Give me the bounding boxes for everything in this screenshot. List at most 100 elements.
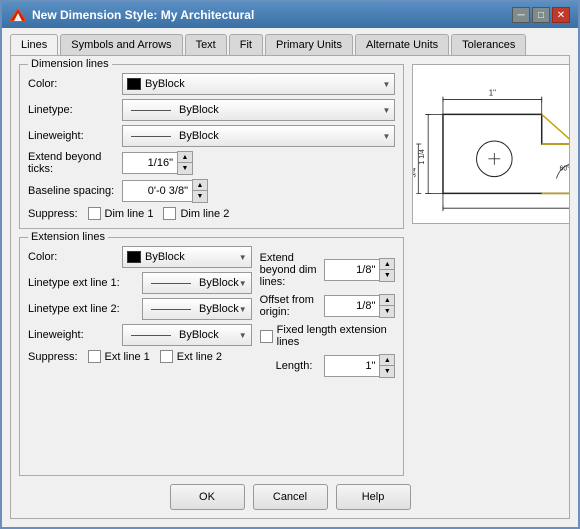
extend-ticks-spinbox: ▲ ▼ — [122, 151, 193, 175]
dim-lineweight-row: Lineweight: ByBlock ▼ — [28, 125, 395, 147]
ext-color-text: ByBlock — [127, 251, 185, 263]
fixed-length-checkbox[interactable] — [260, 330, 273, 343]
ext-left: Color: ByBlock ▼ — [28, 246, 252, 380]
tab-lines[interactable]: Lines — [10, 34, 58, 55]
extend-ticks-input[interactable] — [122, 152, 177, 174]
dim-suppress-label: Suppress: — [28, 208, 78, 220]
ext-suppress-row: Suppress: Ext line 1 Ext line 2 — [28, 350, 252, 363]
ext-line1-checkbox[interactable] — [88, 350, 101, 363]
ext-lt2-preview — [151, 309, 191, 310]
preview-svg: 1" 1 1/4 3/4 — [413, 65, 570, 223]
dim-line1-checkbox[interactable] — [88, 207, 101, 220]
minimize-button[interactable]: ─ — [512, 7, 530, 23]
baseline-spinbox: ▲ ▼ — [122, 179, 208, 203]
ext-lw-arrow: ▼ — [239, 331, 247, 340]
button-bar: OK Cancel Help — [19, 476, 561, 510]
tab-alternate[interactable]: Alternate Units — [355, 34, 449, 55]
ext-line2-checkbox-group: Ext line 2 — [160, 350, 222, 363]
title-bar: New Dimension Style: My Architectural ─ … — [2, 2, 578, 28]
maximize-button[interactable]: □ — [532, 7, 550, 23]
offset-up[interactable]: ▲ — [380, 295, 394, 306]
dim-line2-checkbox-group: Dim line 2 — [163, 207, 229, 220]
title-bar-left: New Dimension Style: My Architectural — [10, 7, 254, 23]
offset-down[interactable]: ▼ — [380, 306, 394, 317]
ext-lt2-label: Linetype ext line 2: — [28, 303, 138, 315]
ext-lt1-dropdown[interactable]: ByBlock ▼ — [142, 272, 252, 294]
dialog-body: Lines Symbols and Arrows Text Fit Primar… — [2, 28, 578, 527]
dim-line2-checkbox[interactable] — [163, 207, 176, 220]
length-up[interactable]: ▲ — [380, 355, 394, 366]
dim-lineweight-dropdown[interactable]: ByBlock ▼ — [122, 125, 395, 147]
baseline-down[interactable]: ▼ — [193, 191, 207, 202]
ext-line2-checkbox[interactable] — [160, 350, 173, 363]
tab-text[interactable]: Text — [185, 34, 227, 55]
ext-right-panel: Extend beyond dim lines: ▲ ▼ — [260, 246, 396, 380]
offset-input[interactable] — [324, 295, 379, 317]
extend-ticks-up[interactable]: ▲ — [178, 152, 192, 163]
extension-lines-section: Extension lines Color: — [19, 237, 404, 476]
ext-lt1-label: Linetype ext line 1: — [28, 277, 138, 289]
ext-lt2-dropdown[interactable]: ByBlock ▼ — [142, 298, 252, 320]
dim-linetype-dropdown[interactable]: ByBlock ▼ — [122, 99, 395, 121]
length-row: Length: ▲ ▼ — [260, 354, 396, 378]
ext-color-dropdown[interactable]: ByBlock ▼ — [122, 246, 252, 268]
ext-lt1-row: Linetype ext line 1: ByBlock ▼ — [28, 272, 252, 294]
svg-text:1": 1" — [489, 89, 496, 98]
dim-lineweight-arrow: ▼ — [382, 132, 390, 141]
tab-symbols[interactable]: Symbols and Arrows — [60, 34, 182, 55]
ok-button[interactable]: OK — [170, 484, 245, 510]
offset-spin-buttons: ▲ ▼ — [379, 294, 395, 318]
length-input[interactable] — [324, 355, 379, 377]
fixed-length-label: Fixed length extension lines — [277, 324, 396, 348]
baseline-row: Baseline spacing: ▲ ▼ — [28, 179, 395, 203]
left-panel: Dimension lines Color: ByBlock ▼ — [19, 64, 404, 476]
dim-line2-label: Dim line 2 — [180, 208, 229, 220]
dimension-lines-section: Dimension lines Color: ByBlock ▼ — [19, 64, 404, 229]
extend-ticks-down[interactable]: ▼ — [178, 163, 192, 174]
offset-label: Offset from origin: — [260, 294, 321, 318]
ext-color-row: Color: ByBlock ▼ — [28, 246, 252, 268]
baseline-input[interactable] — [122, 180, 192, 202]
ext-lw-preview — [131, 335, 171, 336]
preview-area: 1" 1 1/4 3/4 — [412, 64, 570, 224]
ext-lt2-arrow: ▼ — [239, 305, 247, 314]
dim-color-dropdown[interactable]: ByBlock ▼ — [122, 73, 395, 95]
ext-line1-label: Ext line 1 — [105, 351, 150, 363]
extend-ticks-label: Extend beyond ticks: — [28, 151, 118, 175]
ext-lw-label: Lineweight: — [28, 329, 118, 341]
preview-panel: 1" 1 1/4 3/4 — [412, 64, 570, 476]
length-down[interactable]: ▼ — [380, 366, 394, 377]
dim-color-arrow: ▼ — [382, 80, 390, 89]
dim-lines-label: Dimension lines — [28, 58, 112, 70]
tab-bar: Lines Symbols and Arrows Text Fit Primar… — [10, 34, 570, 55]
dim-lineweight-label: Lineweight: — [28, 130, 118, 142]
lineweight-preview — [131, 136, 171, 137]
ext-lt1-arrow: ▼ — [239, 279, 247, 288]
dim-linetype-row: Linetype: ByBlock ▼ — [28, 99, 395, 121]
ext-lw-dropdown[interactable]: ByBlock ▼ — [122, 324, 252, 346]
ext-color-swatch — [127, 251, 141, 263]
offset-spinbox: ▲ ▼ — [324, 294, 395, 318]
dim-line1-checkbox-group: Dim line 1 — [88, 207, 154, 220]
extend-dim-input[interactable] — [324, 259, 379, 281]
fixed-length-checkbox-group: Fixed length extension lines — [260, 324, 396, 348]
extend-dim-spinbox: ▲ ▼ — [324, 258, 395, 282]
tab-fit[interactable]: Fit — [229, 34, 263, 55]
length-spinbox: ▲ ▼ — [324, 354, 395, 378]
tab-primary[interactable]: Primary Units — [265, 34, 353, 55]
ext-lw-row: Lineweight: ByBlock ▼ — [28, 324, 252, 346]
close-button[interactable]: ✕ — [552, 7, 570, 23]
ext-color-arrow: ▼ — [239, 253, 247, 262]
tab-content-lines: Dimension lines Color: ByBlock ▼ — [10, 55, 570, 519]
ext-lines-label: Extension lines — [28, 231, 108, 243]
help-button[interactable]: Help — [336, 484, 411, 510]
extend-dim-down[interactable]: ▼ — [380, 270, 394, 281]
cancel-button[interactable]: Cancel — [253, 484, 328, 510]
tab-tolerances[interactable]: Tolerances — [451, 34, 526, 55]
extend-dim-up[interactable]: ▲ — [380, 259, 394, 270]
baseline-up[interactable]: ▲ — [193, 180, 207, 191]
extend-dim-row: Extend beyond dim lines: ▲ ▼ — [260, 252, 396, 288]
extend-dim-label: Extend beyond dim lines: — [260, 252, 321, 288]
ext-line2-label: Ext line 2 — [177, 351, 222, 363]
dim-lineweight-text: ByBlock — [127, 130, 219, 142]
